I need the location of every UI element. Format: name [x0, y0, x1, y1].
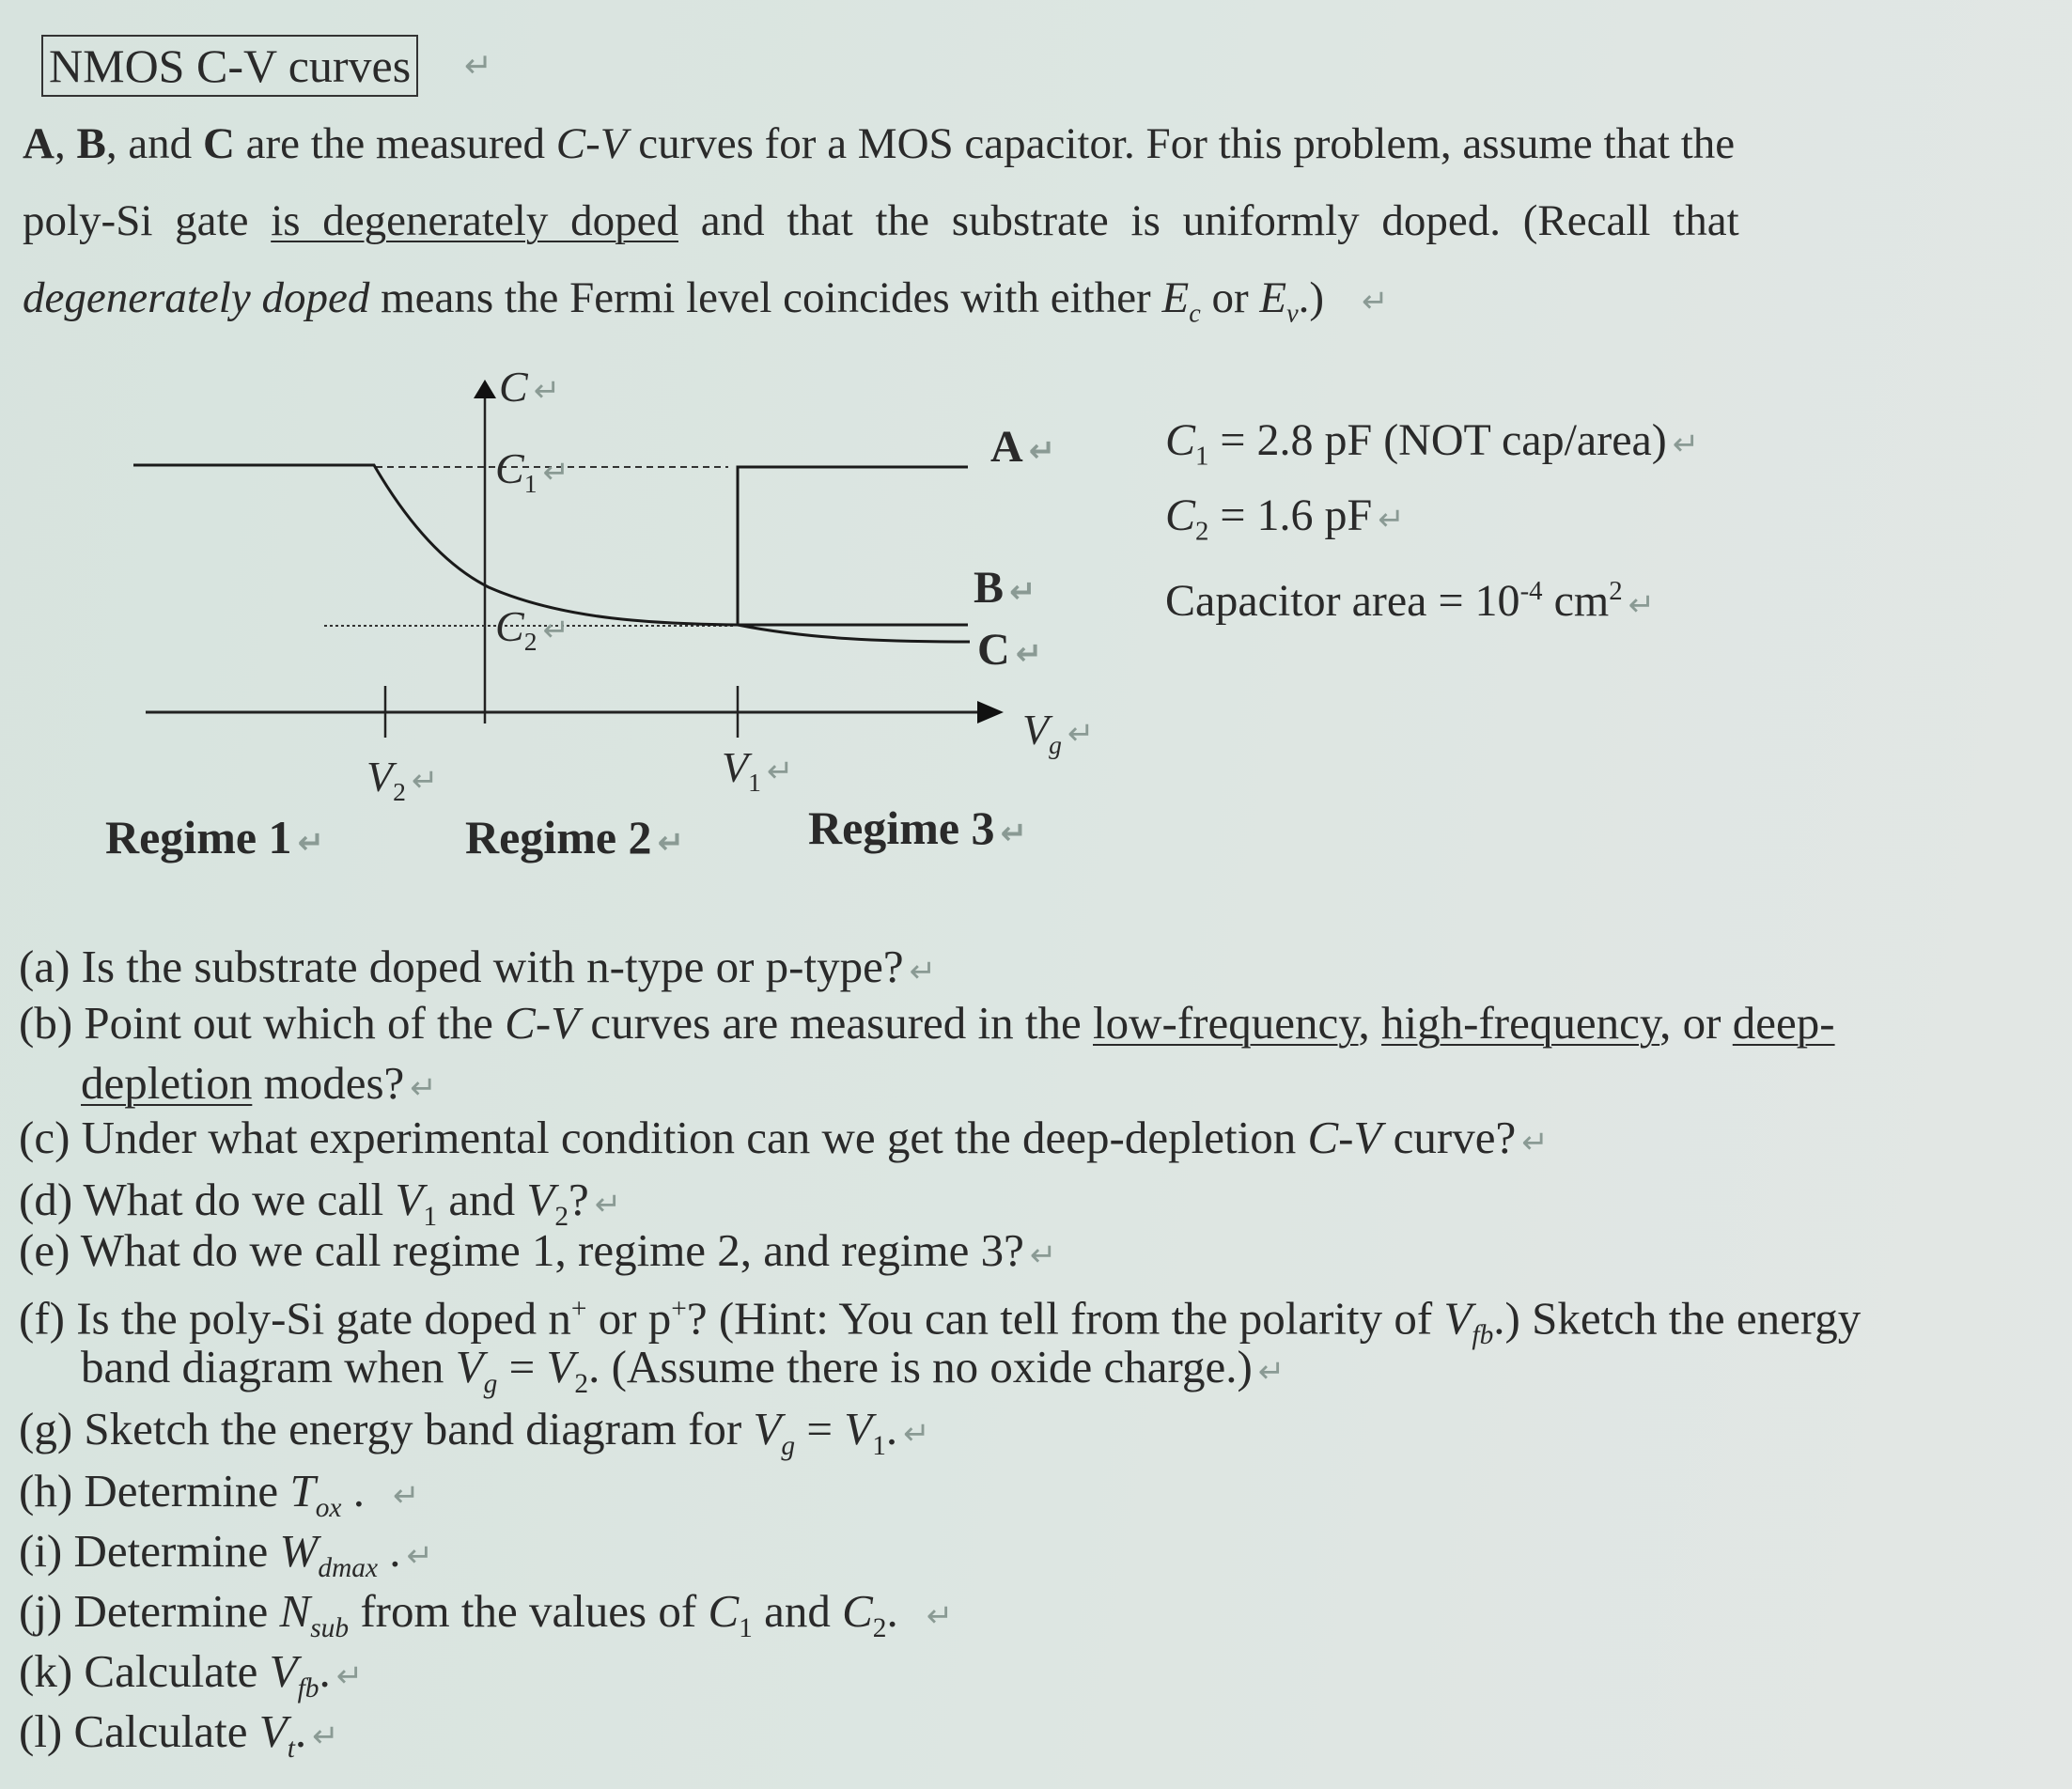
cv-common-curve [133, 463, 739, 627]
v1-label: V1 ↵ [722, 743, 794, 798]
section-title: NMOS C-V curves [41, 35, 419, 97]
x-axis-arrow-icon [977, 701, 1004, 723]
curve-a-label: A ↵ [990, 422, 1056, 472]
given-area: Capacitor area = 10-4 cm2 ↵ [1165, 576, 1656, 626]
regime-1-label: Regime 1 ↵ [105, 811, 325, 863]
question-a: (a) Is the substrate doped with n-type o… [19, 941, 937, 992]
question-e: (e) What do we call regime 1, regime 2, … [19, 1224, 1057, 1276]
intro-line-1: A, B, and C are the measured C-V curves … [23, 119, 1736, 168]
intro-line-2: poly-Si gate is degenerately doped and t… [23, 196, 1739, 245]
c2-label: C2 ↵ [495, 602, 569, 657]
v2-label: V2 ↵ [366, 753, 439, 807]
y-axis-label: C ↵ [499, 363, 561, 411]
question-b-continued: depletion modes? ↵ [81, 1057, 437, 1109]
underlined-phrase: is degenerately doped [271, 196, 678, 245]
y-axis-arrow-icon [474, 380, 496, 398]
curve-c-label: C ↵ [977, 625, 1043, 675]
return-mark-icon: ↵ [464, 47, 493, 86]
regime-2-label: Regime 2 ↵ [465, 811, 685, 863]
curve-b-label: B ↵ [974, 563, 1036, 613]
question-c: (c) Under what experimental condition ca… [19, 1112, 1549, 1163]
curve-c [737, 623, 971, 644]
title-text: NMOS C-V curves [49, 39, 412, 92]
curve-a [736, 465, 968, 625]
x-axis-label: Vg ↵ [1022, 706, 1095, 760]
question-l: (l) Calculate Vt. ↵ [19, 1705, 339, 1764]
c1-label: C1 ↵ [495, 444, 569, 499]
regime-3-label: Regime 3 ↵ [808, 801, 1028, 854]
question-b: (b) Point out which of the C-V curves ar… [19, 997, 1835, 1049]
intro-line-3: degenerately doped means the Fermi level… [23, 273, 1389, 329]
